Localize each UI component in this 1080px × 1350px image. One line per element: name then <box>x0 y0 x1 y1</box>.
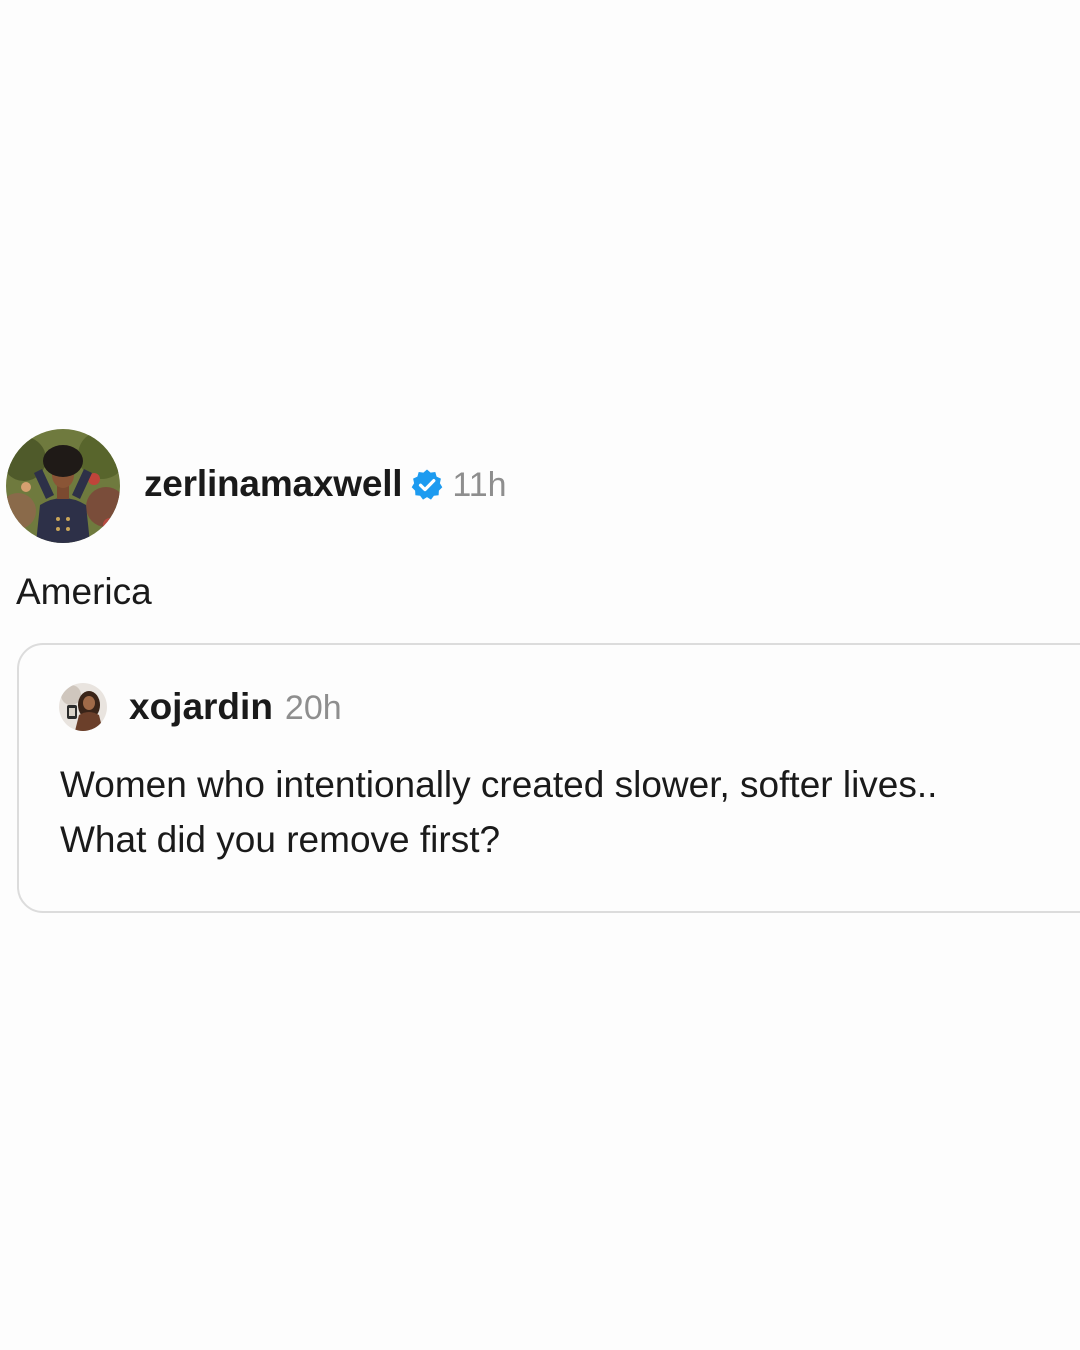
verified-badge-icon <box>410 468 444 502</box>
quoted-post-text-line: Women who intentionally created slower, … <box>60 764 938 805</box>
quoted-post-text: Women who intentionally created slower, … <box>60 757 1060 867</box>
author-username[interactable]: zerlinamaxwell <box>144 463 403 505</box>
post-time: 11h <box>452 465 507 504</box>
quoted-post-time: 20h <box>284 688 342 727</box>
quoted-post-card[interactable]: xojardin 20h Women who intentionally cre… <box>17 643 1080 913</box>
quoted-author-avatar[interactable] <box>59 683 107 731</box>
author-avatar[interactable] <box>6 429 120 543</box>
author-line: zerlinamaxwell 11h <box>144 463 507 505</box>
quoted-post-header: xojardin 20h <box>59 683 342 731</box>
quoted-author-username[interactable]: xojardin <box>129 686 273 728</box>
post-header: zerlinamaxwell 11h <box>6 428 507 544</box>
quoted-post-text-line: What did you remove first? <box>60 819 501 860</box>
post-text: America <box>16 571 152 612</box>
